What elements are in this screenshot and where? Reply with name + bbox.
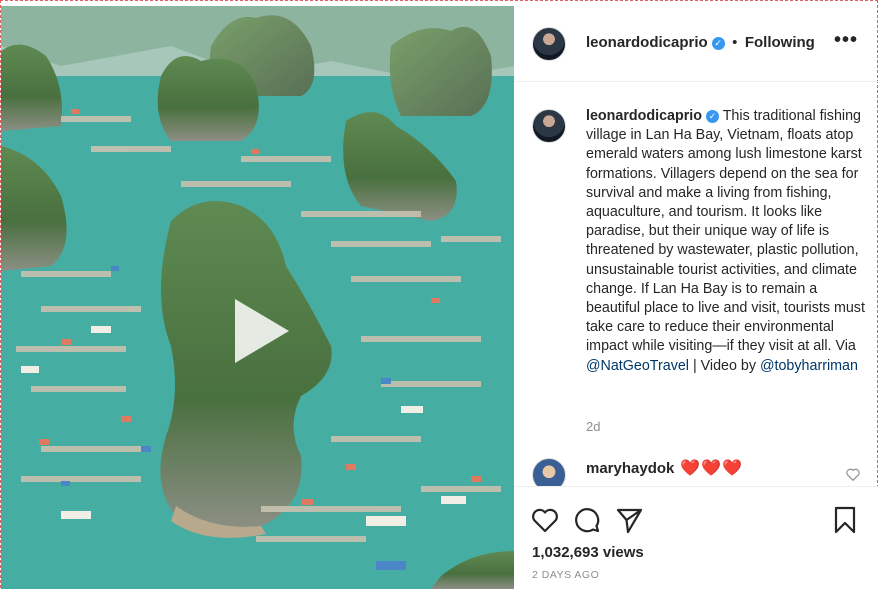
author-line: leonardodicaprio ✓ • Following bbox=[586, 34, 815, 52]
mention-tobyharriman[interactable]: @tobyharriman bbox=[760, 358, 858, 374]
post-details-panel: leonardodicaprio ✓ • Following ••• leonar… bbox=[514, 6, 878, 589]
author-avatar[interactable] bbox=[532, 27, 566, 61]
post-video[interactable] bbox=[1, 6, 514, 589]
caption-author-avatar[interactable] bbox=[532, 109, 566, 143]
caption-text-video-credit: | Video by bbox=[688, 357, 760, 374]
author-username[interactable]: leonardodicaprio bbox=[586, 34, 708, 51]
comment-like-small-heart-icon[interactable] bbox=[846, 468, 860, 484]
action-bar: 1,032,693 views 2 DAYS AGO bbox=[514, 486, 878, 589]
separator-dot: • bbox=[732, 34, 738, 51]
caption-age[interactable]: 2d bbox=[586, 419, 600, 434]
mention-natgeotravel[interactable]: @NatGeoTravel bbox=[586, 358, 689, 374]
comment-speech-bubble-icon[interactable] bbox=[572, 505, 602, 535]
save-bookmark-icon[interactable] bbox=[830, 505, 860, 535]
view-count[interactable]: 1,032,693 views bbox=[532, 544, 644, 561]
post-header: leonardodicaprio ✓ • Following ••• bbox=[514, 6, 878, 82]
caption-text: This traditional fishing village in Lan … bbox=[586, 108, 865, 355]
commenter-username[interactable]: maryhaydok bbox=[586, 460, 674, 477]
post-caption: leonardodicaprio ✓ This traditional fishi… bbox=[586, 107, 866, 376]
more-options-icon[interactable]: ••• bbox=[834, 30, 858, 50]
post-timestamp[interactable]: 2 DAYS AGO bbox=[532, 569, 599, 581]
share-paper-plane-icon[interactable] bbox=[614, 505, 644, 535]
comment-row: maryhaydok ❤️❤️❤️ bbox=[586, 458, 743, 478]
following-button[interactable]: Following bbox=[745, 34, 815, 51]
play-icon[interactable] bbox=[221, 293, 297, 369]
like-heart-outline-icon[interactable] bbox=[530, 505, 560, 535]
comment-text: ❤️❤️❤️ bbox=[680, 460, 744, 477]
caption-author-username[interactable]: leonardodicaprio bbox=[586, 108, 702, 124]
caption-verified-badge-icon: ✓ bbox=[705, 110, 719, 123]
verified-badge-icon: ✓ bbox=[711, 37, 725, 50]
